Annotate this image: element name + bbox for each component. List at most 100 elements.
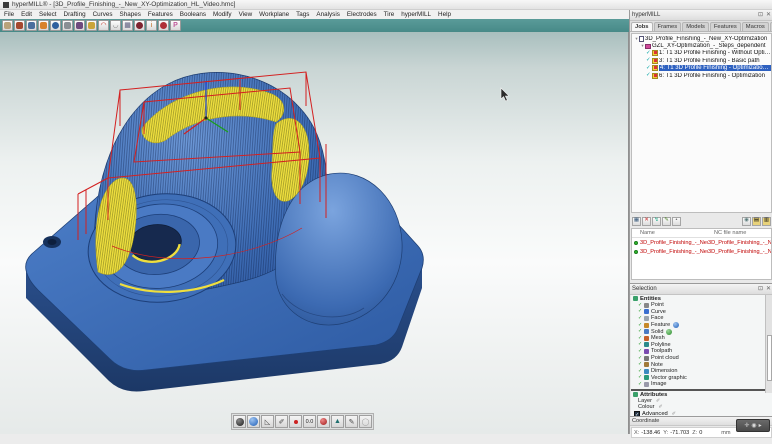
- entity-image[interactable]: ✓Image: [631, 381, 772, 388]
- job-icon: [652, 65, 658, 71]
- close-icon[interactable]: ✕: [766, 286, 771, 292]
- menu-hypermill[interactable]: hyperMILL: [401, 11, 431, 18]
- 3d-viewport[interactable]: ◺ ✐ 0.0 ▲ ✎ ◯: [0, 32, 629, 434]
- selection-header: Selection ⊡ ✕: [630, 284, 772, 295]
- menu-select[interactable]: Select: [39, 11, 57, 18]
- pencil-icon[interactable]: [86, 20, 97, 31]
- curve-icon[interactable]: ◡: [110, 20, 121, 31]
- screen-icon[interactable]: [26, 20, 37, 31]
- entity-toolpath[interactable]: ✓Toolpath: [631, 348, 772, 355]
- edit-icon[interactable]: ✎: [662, 217, 671, 226]
- menu-curves[interactable]: Curves: [93, 11, 113, 18]
- menu-view[interactable]: View: [239, 11, 253, 18]
- p-tool-icon[interactable]: P: [170, 20, 181, 31]
- pin-icon[interactable]: ⊡: [758, 286, 763, 292]
- menu-tire[interactable]: Tire: [384, 11, 395, 18]
- coordinate-tools-button[interactable]: ✛ ◉ ▸: [736, 419, 770, 432]
- scrollbar-thumb[interactable]: [767, 335, 772, 381]
- lock-icon[interactable]: ▦: [632, 217, 641, 226]
- y-value[interactable]: -71.703: [670, 430, 690, 436]
- delete-icon[interactable]: ✕: [642, 217, 651, 226]
- save-icon[interactable]: [14, 20, 25, 31]
- dot-icon[interactable]: •: [672, 217, 681, 226]
- status-led-icon: [634, 241, 638, 245]
- refresh-icon[interactable]: ◉: [742, 217, 751, 226]
- entity-dimension[interactable]: ✓Dimension: [631, 368, 772, 375]
- tab-macros[interactable]: Macros: [742, 22, 769, 31]
- tree-row-job-3[interactable]: ✓ 3: T1 3D Profile Finishing - Basic pat…: [632, 57, 771, 64]
- brush-icon[interactable]: ✐: [275, 415, 288, 428]
- sketch-icon[interactable]: ✎: [345, 415, 358, 428]
- target-icon: ✛: [744, 423, 749, 429]
- csys-icon[interactable]: ▲: [331, 415, 344, 428]
- arc-icon[interactable]: ◠: [98, 20, 109, 31]
- tree-row-job-6[interactable]: ✓ 6: T1 3D Profile Finishing - Optimizat…: [632, 72, 771, 79]
- browser-header: hyperMILL ⊡ ✕: [630, 10, 772, 21]
- shaded-sphere-icon[interactable]: [233, 415, 246, 428]
- browser-toolbar: ▦ ✕ ↯ ✎ • ◉ ▤ ▥: [631, 215, 772, 227]
- entity-note[interactable]: ✓Note: [631, 361, 772, 368]
- sphere-icon[interactable]: [134, 20, 145, 31]
- job-icon: [652, 50, 658, 56]
- menu-electrodes[interactable]: Electrodes: [347, 11, 377, 18]
- tab-frames[interactable]: Frames: [654, 22, 682, 31]
- job-list-row[interactable]: 3D_Profile_Finishing_-_New... 3D_Profile…: [632, 247, 771, 256]
- tree-row-job-4-selected[interactable]: ✓ 4: T1 3D Profile Finishing - Optimizat…: [632, 65, 771, 72]
- menu-workplane[interactable]: Workplane: [259, 11, 289, 18]
- menu-tags[interactable]: Tags: [296, 11, 309, 18]
- entity-solid[interactable]: ✓Solid: [631, 328, 772, 335]
- tab-jobs[interactable]: Jobs: [631, 22, 653, 31]
- menu-shapes[interactable]: Shapes: [120, 11, 141, 18]
- entity-curve[interactable]: ✓Curve: [631, 309, 772, 316]
- folder-icon[interactable]: ▤: [752, 217, 761, 226]
- entity-point-cloud[interactable]: ✓Point cloud: [631, 355, 772, 362]
- link-icon[interactable]: ↯: [652, 217, 661, 226]
- x-value[interactable]: -138.46: [641, 430, 661, 436]
- sphere-arrow-icon[interactable]: [158, 20, 169, 31]
- rotate-icon[interactable]: [50, 20, 61, 31]
- tree-row-joblist[interactable]: ▾ GZL_XY-Optimization_-_Steps_dependent: [632, 42, 771, 49]
- info-icon[interactable]: i: [146, 20, 157, 31]
- entity-feature[interactable]: ✓Feature: [631, 322, 772, 329]
- open-icon[interactable]: [2, 20, 13, 31]
- section-icon[interactable]: ▦: [122, 20, 133, 31]
- point-snap-icon[interactable]: [289, 415, 302, 428]
- tree-row-document[interactable]: ▾ 3D_Profile_Finishing_-_New_XY-Optimiza…: [632, 35, 771, 42]
- menu-drafting[interactable]: Drafting: [64, 11, 86, 18]
- entity-polyline[interactable]: ✓Polyline: [631, 342, 772, 349]
- job-list-row[interactable]: 3D_Profile_Finishing_-_New... 3D_Profile…: [632, 238, 771, 247]
- menu-analysis[interactable]: Analysis: [316, 11, 339, 18]
- move-icon[interactable]: [62, 20, 73, 31]
- tab-models[interactable]: Models: [682, 22, 709, 31]
- tab-features[interactable]: Features: [710, 22, 741, 31]
- globe-icon[interactable]: [247, 415, 260, 428]
- menu-file[interactable]: File: [4, 11, 14, 18]
- tree-row-job-1[interactable]: ✓ 1: T1 3D Profile Finishing - Without O…: [632, 50, 771, 57]
- edit-pencil-icon[interactable]: ✐: [658, 404, 662, 410]
- z-value[interactable]: 0: [699, 430, 719, 436]
- box-icon[interactable]: [38, 20, 49, 31]
- measure-icon[interactable]: ◺: [261, 415, 274, 428]
- column-nc-file-name[interactable]: NC file name: [706, 230, 771, 236]
- menu-modify[interactable]: Modify: [213, 11, 232, 18]
- menu-help[interactable]: Help: [438, 11, 451, 18]
- pin-icon[interactable]: ⊡: [758, 12, 763, 18]
- column-name[interactable]: Name: [632, 230, 706, 236]
- panel-divider[interactable]: [631, 389, 772, 391]
- entity-mesh[interactable]: ✓Mesh: [631, 335, 772, 342]
- sphere-snap-icon[interactable]: [317, 415, 330, 428]
- decimal-places-button[interactable]: 0.0: [303, 415, 316, 428]
- edit-pencil-icon[interactable]: ✐: [656, 398, 660, 404]
- entity-vector-graphic[interactable]: ✓Vector graphic: [631, 375, 772, 382]
- menu-edit[interactable]: Edit: [21, 11, 32, 18]
- brush-icon[interactable]: [74, 20, 85, 31]
- close-icon[interactable]: ✕: [766, 12, 771, 18]
- entity-point[interactable]: ✓Point: [631, 302, 772, 309]
- scrollbar[interactable]: [765, 295, 772, 393]
- grid-icon[interactable]: ◯: [359, 415, 372, 428]
- folder-plus-icon[interactable]: ▥: [762, 217, 771, 226]
- entity-face[interactable]: ✓Face: [631, 315, 772, 322]
- menu-features[interactable]: Features: [148, 11, 173, 18]
- menu-booleans[interactable]: Booleans: [180, 11, 206, 18]
- x-label: X:: [634, 430, 639, 436]
